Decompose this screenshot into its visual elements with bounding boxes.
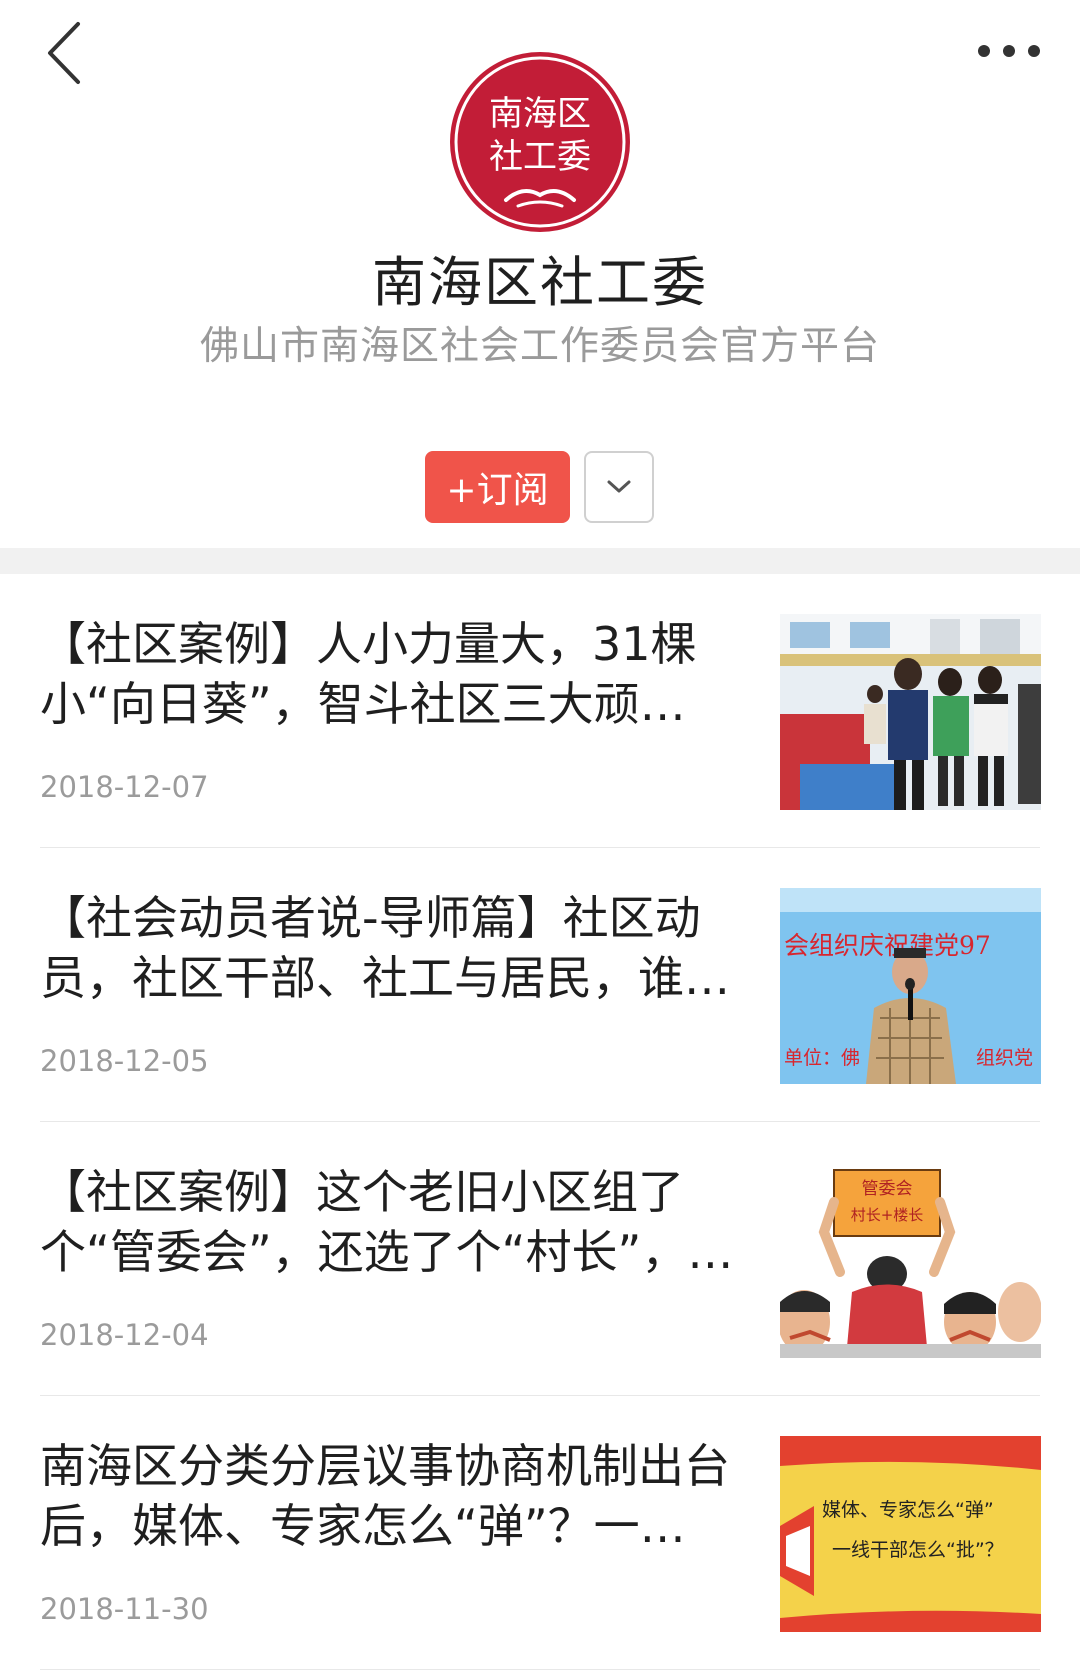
article-list: 【社区案例】人小力量大，31棵小“向日葵”，智斗社区三大顽… 2018-12-0… [0, 574, 1080, 1670]
banner-org-text: 组织党 [976, 1047, 1033, 1069]
article-date: 2018-11-30 [40, 1592, 209, 1626]
article-thumbnail: 管委会 村长+楼长 [780, 1162, 1041, 1358]
divider [40, 1669, 1040, 1670]
account-name: 南海区社工委 [372, 251, 708, 314]
banner-unit-text: 单位：佛 [784, 1047, 860, 1069]
section-separator [0, 548, 1080, 574]
article-title: 【社会动员者说-导师篇】社区动员，社区干部、社工与居民，谁… [40, 891, 730, 1005]
article-item[interactable]: 【社区案例】人小力量大，31棵小“向日葵”，智斗社区三大顽… 2018-12-0… [0, 574, 1080, 848]
article-date: 2018-12-05 [40, 1044, 209, 1078]
subscribe-button[interactable]: +订阅 [425, 451, 570, 523]
article-date: 2018-12-07 [40, 770, 209, 804]
article-thumbnail [780, 614, 1041, 810]
logo-text-line2: 社工委 [489, 137, 591, 177]
more-button[interactable] [974, 36, 1044, 66]
chevron-left-icon [48, 22, 80, 84]
account-description: 佛山市南海区社会工作委员会官方平台 [199, 324, 880, 369]
banner-text: 会组织庆祝建党97 [784, 931, 991, 960]
article-thumbnail: 媒体、专家怎么“弹” 一线干部怎么“批”？ [780, 1436, 1041, 1632]
article-title: 南海区分类分层议事协商机制出台后，媒体、专家怎么“弹”？一… [40, 1439, 730, 1553]
article-date: 2018-12-04 [40, 1318, 209, 1352]
subscribe-dropdown-button[interactable] [584, 451, 654, 523]
article-item[interactable]: 【社区案例】这个老旧小区组了个“管委会”，还选了个“村长”，… 2018-12-… [0, 1122, 1080, 1396]
sign-text-line2: 村长+楼长 [851, 1206, 924, 1224]
chevron-down-icon [607, 480, 631, 493]
article-item[interactable]: 【社会动员者说-导师篇】社区动员，社区干部、社工与居民，谁… 2018-12-0… [0, 848, 1080, 1122]
logo-text-line1: 南海区 [489, 94, 591, 134]
thumb-text-line2: 一线干部怎么“批”？ [832, 1539, 1004, 1561]
back-button[interactable] [40, 18, 100, 88]
thumb-text-line1: 媒体、专家怎么“弹” [822, 1499, 994, 1521]
article-title: 【社区案例】这个老旧小区组了个“管委会”，还选了个“村长”，… [40, 1165, 734, 1279]
article-thumbnail: 会组织庆祝建党97 单位：佛 组织党 [780, 888, 1041, 1084]
more-dots-icon [978, 45, 1040, 57]
article-title: 【社区案例】人小力量大，31棵小“向日葵”，智斗社区三大顽… [40, 617, 697, 731]
article-item[interactable]: 南海区分类分层议事协商机制出台后，媒体、专家怎么“弹”？一… 2018-11-3… [0, 1396, 1080, 1670]
sign-text-line1: 管委会 [862, 1179, 913, 1199]
account-logo: 南海区 社工委 [448, 50, 632, 234]
